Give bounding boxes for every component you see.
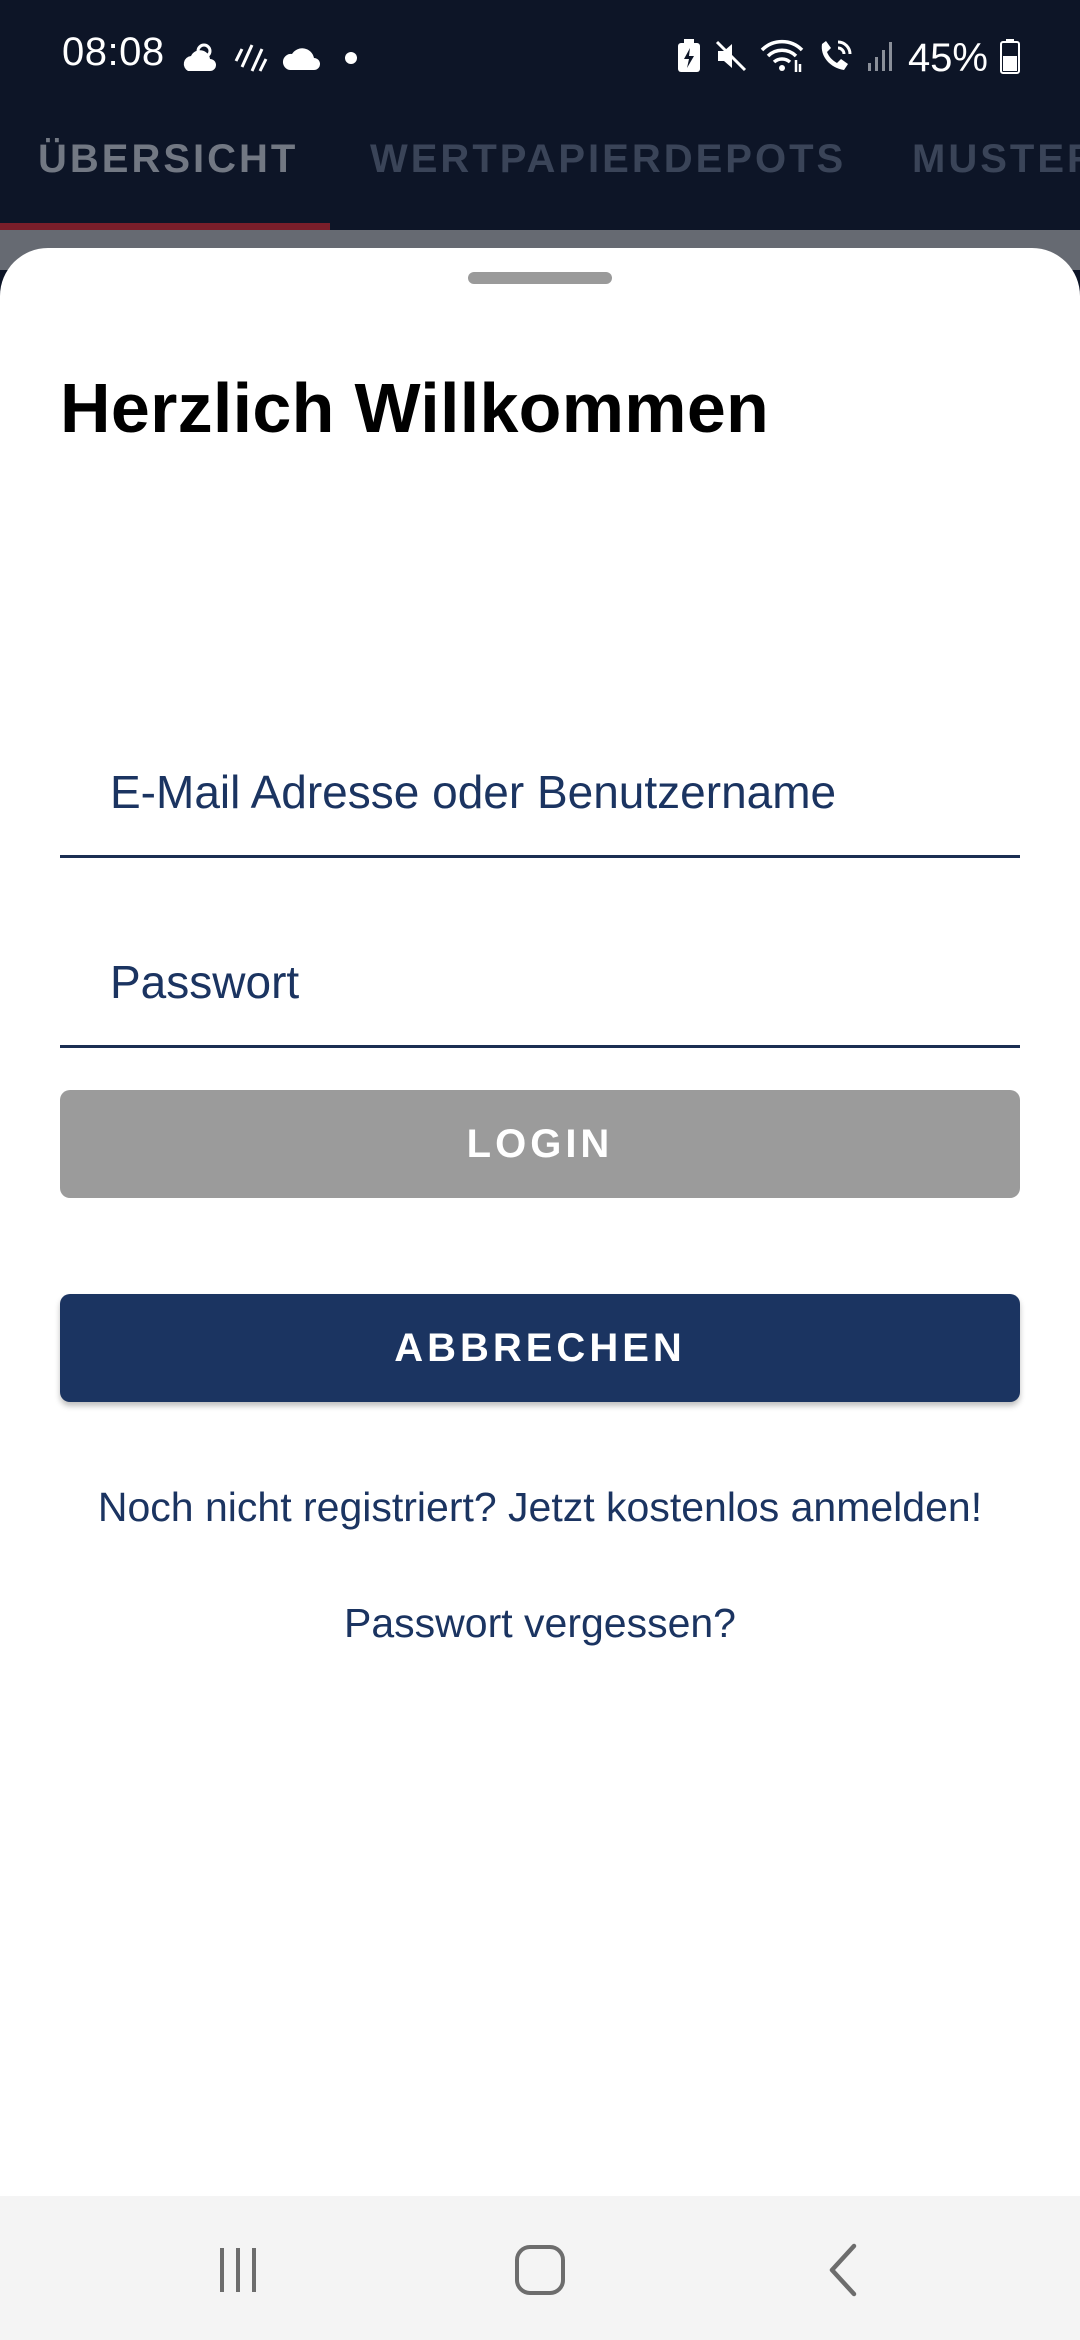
home-icon[interactable] — [504, 2234, 576, 2306]
battery-icon — [1000, 38, 1020, 79]
tab-bar: ÜBERSICHT WERTPAPIERDEPOTS MUSTER — [0, 115, 1080, 235]
register-link[interactable]: Noch nicht registriert? Jetzt kostenlos … — [0, 1484, 1080, 1531]
password-input[interactable] — [60, 918, 1020, 1045]
status-left-icons — [182, 40, 366, 80]
screen: 08:08 45% ÜBERSICHT WERTPAPIERDEPOTS MUS… — [0, 0, 1080, 2340]
weather-sun-cloud-icon — [182, 41, 220, 80]
signal-icon — [866, 39, 896, 78]
wifi-icon — [760, 38, 804, 79]
cancel-button[interactable]: ABBRECHEN — [60, 1294, 1020, 1402]
mute-icon — [714, 39, 748, 78]
nav-bar — [0, 2196, 1080, 2340]
dot-icon — [336, 48, 366, 73]
password-field[interactable] — [60, 918, 1020, 1048]
wifi-calling-icon — [816, 38, 854, 79]
recent-apps-icon[interactable] — [202, 2234, 274, 2306]
tab-wertpapierdepots[interactable]: WERTPAPIERDEPOTS — [370, 137, 846, 182]
tab-ubersicht[interactable]: ÜBERSICHT — [38, 137, 298, 182]
back-icon[interactable] — [808, 2234, 880, 2306]
status-right-icons: 45% — [676, 34, 1020, 82]
battery-saver-icon — [676, 38, 702, 79]
battery-percent: 45% — [907, 35, 988, 80]
login-sheet: Herzlich Willkommen LOGIN ABBRECHEN Noch… — [0, 248, 1080, 2198]
drag-handle[interactable] — [468, 272, 612, 284]
username-input[interactable] — [60, 728, 1020, 855]
status-time: 08:08 — [62, 30, 165, 74]
cloud-icon — [282, 44, 322, 77]
status-bar: 08:08 45% — [0, 0, 1080, 115]
login-button[interactable]: LOGIN — [60, 1090, 1020, 1198]
forgot-password-link[interactable]: Passwort vergessen? — [0, 1600, 1080, 1647]
sheet-title: Herzlich Willkommen — [60, 369, 770, 447]
tab-muster[interactable]: MUSTER — [912, 137, 1080, 182]
username-field[interactable] — [60, 728, 1020, 858]
weather-rain-icon — [234, 41, 268, 80]
